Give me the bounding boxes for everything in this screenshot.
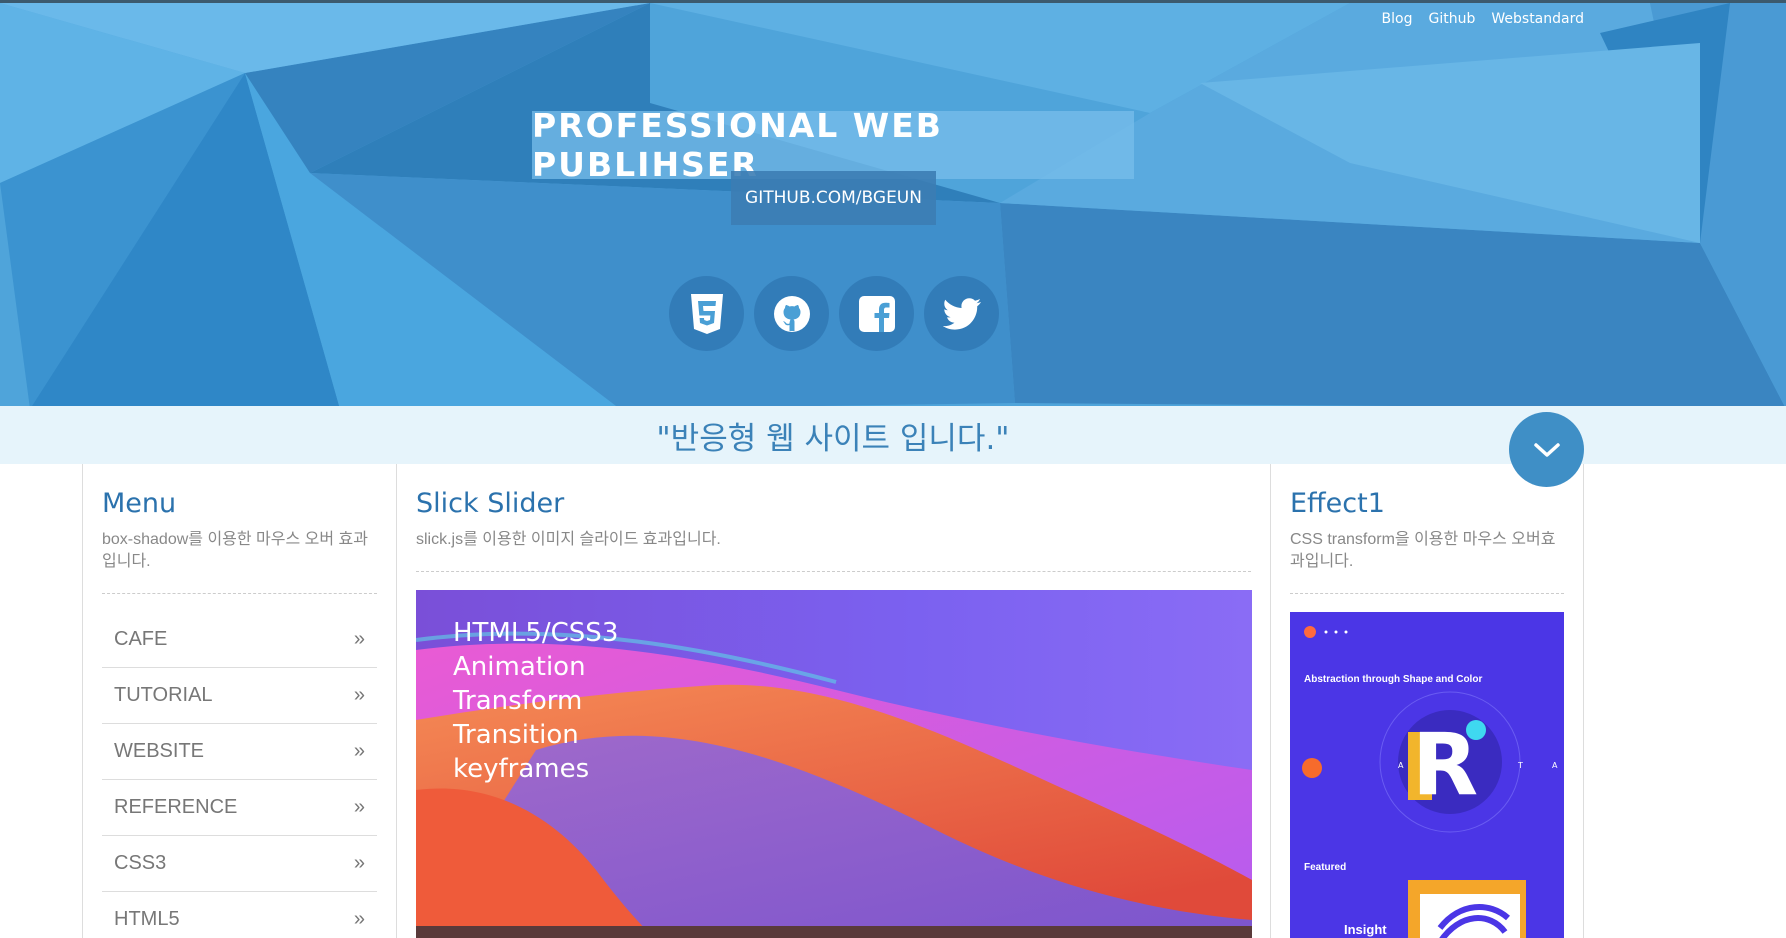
- site-subtitle: GITHUB.COM/BGEUN: [745, 188, 922, 208]
- menu-item-website[interactable]: WEBSITE »: [102, 724, 377, 780]
- card-heading: Abstraction through Shape and Color: [1304, 674, 1483, 685]
- social-links: [669, 276, 999, 351]
- menu-item-label: TUTORIAL: [114, 684, 213, 706]
- card-featured: Featured: [1304, 862, 1347, 873]
- svg-text:A: A: [1552, 761, 1558, 770]
- github-icon: [773, 295, 810, 332]
- scroll-down-button[interactable]: [1509, 412, 1584, 487]
- facebook-icon: [858, 295, 895, 332]
- menu-item-reference[interactable]: REFERENCE »: [102, 780, 377, 836]
- menu-item-label: CAFE: [114, 628, 168, 650]
- menu-item-html5[interactable]: HTML5 »: [102, 892, 377, 938]
- menu-item-label: REFERENCE: [114, 796, 238, 818]
- effect-desc: CSS transform을 이용한 마우스 오버효과입니다.: [1290, 529, 1564, 594]
- card-insight: Insight: [1344, 922, 1387, 937]
- header-banner: Blog Github Webstandard PROFESSIONAL WEB…: [0, 0, 1786, 406]
- slider-line: Transform: [453, 686, 583, 716]
- image-slider[interactable]: HTML5/CSS3 Animation Transform Transitio…: [416, 590, 1252, 938]
- html5-icon: [690, 293, 723, 334]
- effect-image[interactable]: R A T A Abstraction through Shape and Co…: [1290, 612, 1564, 938]
- menu-desc: box-shadow를 이용한 마우스 오버 효과입니다.: [102, 529, 377, 594]
- double-chevron-right-icon: »: [353, 796, 365, 818]
- chevron-down-icon: [1533, 442, 1560, 457]
- site-title-box: PROFESSIONAL WEB PUBLIHSER: [532, 106, 1134, 184]
- top-nav: Blog Github Webstandard: [1382, 11, 1584, 27]
- double-chevron-right-icon: »: [353, 684, 365, 706]
- nav-github-link[interactable]: Github: [1429, 11, 1476, 27]
- double-chevron-right-icon: »: [353, 740, 365, 762]
- github-link[interactable]: [754, 276, 829, 351]
- menu-list: CAFE » TUTORIAL » WEBSITE » REFERENCE » CSS3…: [102, 612, 377, 938]
- slider-line: Animation: [453, 652, 586, 682]
- effect-artwork: R A T A: [1290, 612, 1564, 938]
- slider-dots-bar: [416, 926, 1252, 938]
- menu-item-label: WEBSITE: [114, 740, 205, 762]
- menu-item-cafe[interactable]: CAFE »: [102, 612, 377, 668]
- svg-text:A: A: [1398, 761, 1404, 770]
- slider-line: keyframes: [453, 754, 590, 784]
- double-chevron-right-icon: »: [353, 628, 365, 650]
- slider-column: Slick Slider slick.js를 이용한 이미지 슬라이드 효과입니…: [396, 464, 1270, 938]
- slider-caption: HTML5/CSS3 Animation Transform Transitio…: [453, 616, 618, 786]
- html5-link[interactable]: [669, 276, 744, 351]
- slider-title: Slick Slider: [416, 488, 565, 519]
- slider-line: HTML5/CSS3: [453, 618, 619, 648]
- nav-webstandard-link[interactable]: Webstandard: [1491, 11, 1584, 27]
- slider-desc: slick.js를 이용한 이미지 슬라이드 효과입니다.: [416, 529, 1251, 572]
- double-chevron-right-icon: »: [353, 908, 365, 930]
- tagline-text: "반응형 웹 사이트 입니다.": [656, 420, 1010, 457]
- effect-column: Effect1 CSS transform을 이용한 마우스 오버효과입니다. …: [1270, 464, 1584, 938]
- menu-column: Menu box-shadow를 이용한 마우스 오버 효과입니다. CAFE »…: [82, 464, 396, 938]
- double-chevron-right-icon: »: [353, 852, 365, 874]
- nav-blog-link[interactable]: Blog: [1382, 11, 1413, 27]
- svg-text:T: T: [1517, 761, 1523, 770]
- effect-title: Effect1: [1290, 488, 1385, 519]
- menu-item-label: HTML5: [114, 908, 180, 930]
- menu-title: Menu: [102, 488, 177, 519]
- twitter-icon: [942, 297, 981, 330]
- menu-item-tutorial[interactable]: TUTORIAL »: [102, 668, 377, 724]
- menu-item-label: CSS3: [114, 852, 167, 874]
- slider-line: Transition: [453, 720, 579, 750]
- site-subtitle-box[interactable]: GITHUB.COM/BGEUN: [731, 171, 936, 225]
- menu-item-css3[interactable]: CSS3 »: [102, 836, 377, 892]
- twitter-link[interactable]: [924, 276, 999, 351]
- content-area: Menu box-shadow를 이용한 마우스 오버 효과입니다. CAFE »…: [82, 464, 1584, 938]
- facebook-link[interactable]: [839, 276, 914, 351]
